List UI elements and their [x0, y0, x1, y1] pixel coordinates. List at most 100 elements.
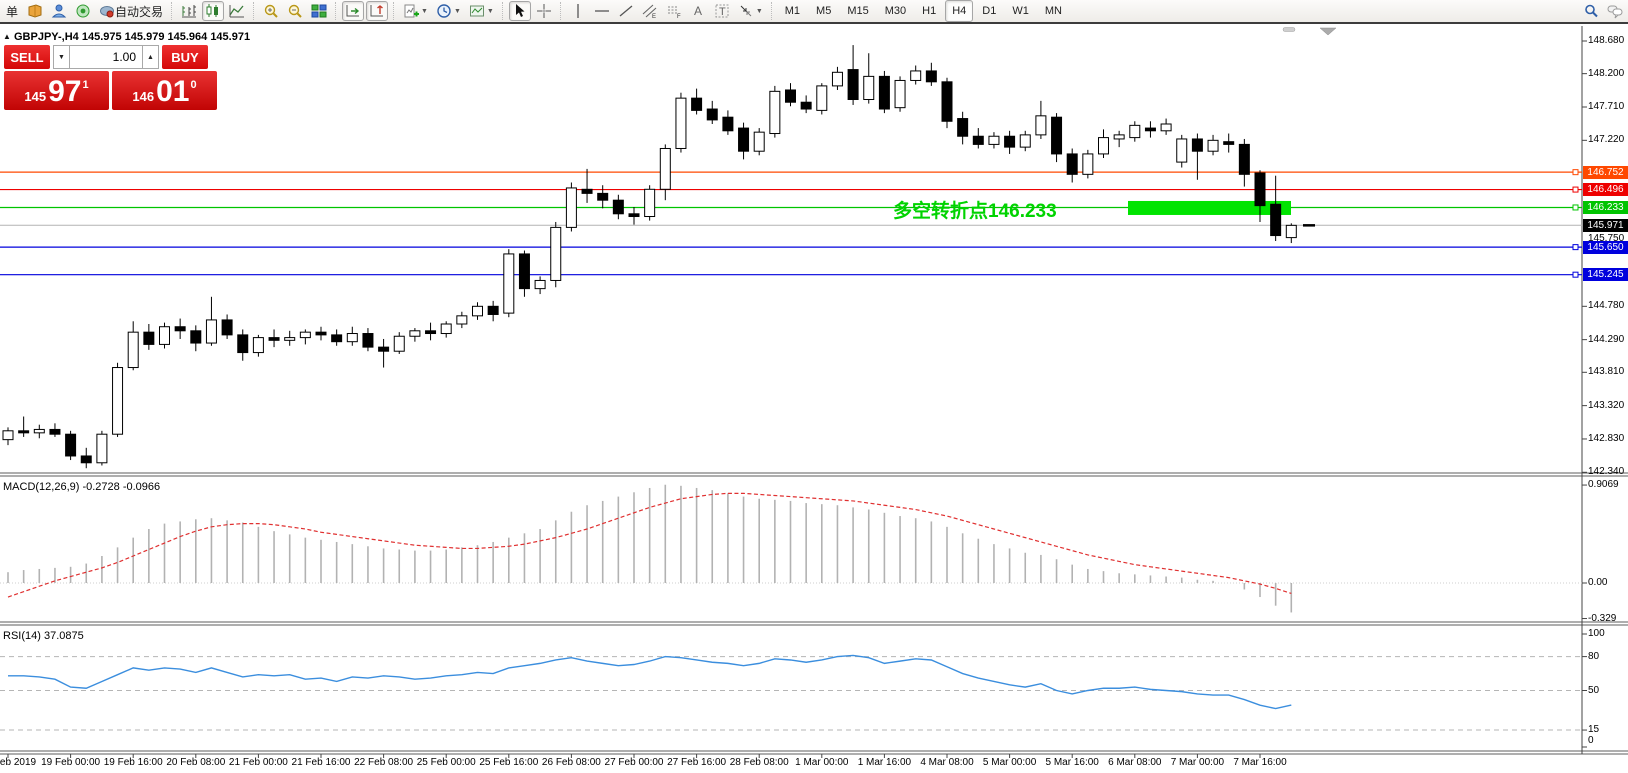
periods-button[interactable]: ▼ [433, 1, 464, 21]
trendline-icon[interactable] [615, 1, 637, 21]
price-tick-label: 147.710 [1588, 101, 1628, 112]
hline-handle[interactable] [1573, 245, 1578, 250]
cursor-icon[interactable] [509, 1, 531, 21]
toolbar-separator [171, 2, 173, 20]
hline-handle[interactable] [1573, 205, 1578, 210]
horizontal-line-icon[interactable] [591, 1, 613, 21]
chevron-down-icon: ▼ [487, 8, 494, 15]
price-line-badge: 146.496 [1583, 183, 1628, 196]
hline-handle[interactable] [1573, 272, 1578, 277]
rsi-scale-label: 100 [1588, 628, 1628, 639]
volume-up-button[interactable]: ▲ [142, 45, 159, 69]
sell-price-button[interactable]: 145 97 1 [4, 71, 109, 110]
chevron-down-icon: ▼ [756, 8, 763, 15]
chart-shift-marker[interactable] [1320, 28, 1336, 35]
rsi-scale-label: 0 [1588, 735, 1628, 746]
timeframe-h1[interactable]: H1 [915, 0, 943, 22]
hline-handle[interactable] [1573, 187, 1578, 192]
volume-input[interactable]: 1.00 [70, 45, 142, 69]
price-tick-label: 143.810 [1588, 366, 1628, 377]
toolbar-separator [335, 2, 337, 20]
chart-title: GBPJPY-,H4 145.975 145.979 145.964 145.9… [14, 31, 250, 43]
rsi-label: RSI(14) 37.0875 [3, 630, 84, 642]
price-tick-label: 144.780 [1588, 300, 1628, 311]
price-tick-label: 148.200 [1588, 68, 1628, 79]
pivot-zone-rectangle[interactable] [1128, 201, 1291, 215]
hline-handle[interactable] [1573, 170, 1578, 175]
tile-windows-icon[interactable] [308, 1, 330, 21]
macd-scale-label: 0.00 [1588, 577, 1628, 588]
arrows-button[interactable]: ▼ [735, 1, 766, 21]
indicators-button[interactable]: ▼ [400, 1, 431, 21]
profile-icon[interactable] [48, 1, 70, 21]
price-tick-label: 147.220 [1588, 134, 1628, 145]
chat-icon[interactable] [1604, 1, 1626, 21]
toolbar-separator [502, 2, 504, 20]
history-book-icon[interactable] [24, 1, 46, 21]
timeframe-h4[interactable]: H4 [945, 0, 973, 22]
vertical-line-icon[interactable] [567, 1, 589, 21]
templates-button[interactable]: ▼ [466, 1, 497, 21]
current-price-badge: 145.971 [1583, 219, 1628, 232]
timeframe-m30[interactable]: M30 [878, 0, 913, 22]
macd-label: MACD(12,26,9) -0.2728 -0.0966 [3, 481, 160, 493]
chart-canvas[interactable] [0, 0, 1628, 773]
toolbar-separator [771, 2, 773, 20]
equidistant-channel-icon[interactable]: E [639, 1, 661, 21]
price-line-badge: 145.650 [1583, 241, 1628, 254]
price-tick-label: 148.680 [1588, 35, 1628, 46]
fibonacci-icon[interactable]: F [663, 1, 685, 21]
timeframe-w1[interactable]: W1 [1005, 0, 1036, 22]
buy-price-big: 01 [156, 77, 189, 107]
autotrading-label: 自动交易 [115, 3, 163, 20]
zoom-out-icon[interactable] [284, 1, 306, 21]
buy-price-button[interactable]: 146 01 0 [112, 71, 217, 110]
sell-price-big: 97 [48, 77, 81, 107]
one-click-trade-panel: SELL ▼ 1.00 ▲ BUY 145 97 1 146 01 0 [4, 45, 220, 110]
new-order-label: 单 [6, 3, 18, 20]
sell-price-sup: 1 [82, 79, 88, 91]
chevron-down-icon: ▼ [421, 8, 428, 15]
price-tick-label: 144.290 [1588, 334, 1628, 345]
volume-down-button[interactable]: ▼ [53, 45, 70, 69]
bar-chart-icon[interactable] [178, 1, 200, 21]
rsi-line [8, 655, 1291, 708]
buy-price-small: 146 [132, 89, 154, 104]
timeframe-d1[interactable]: D1 [975, 0, 1003, 22]
timeframe-m5[interactable]: M5 [809, 0, 838, 22]
zoom-in-icon[interactable] [260, 1, 282, 21]
line-chart-icon[interactable] [226, 1, 248, 21]
timeframe-m1[interactable]: M1 [778, 0, 807, 22]
crosshair-icon[interactable] [533, 1, 555, 21]
mt4-terminal: { "toolbar": { "order_fragment": "单", "a… [0, 0, 1628, 773]
toolbar-separator [393, 2, 395, 20]
price-tick-label: 143.320 [1588, 400, 1628, 411]
text-icon[interactable]: A [687, 1, 709, 21]
panel-collapse-icon[interactable]: ▲ [3, 32, 11, 41]
pivot-annotation[interactable]: 多空转折点146.233 [893, 196, 1057, 223]
sell-button[interactable]: SELL [4, 45, 50, 69]
svg-text:A: A [694, 4, 702, 18]
timeframe-toolbar: M1M5M15M30H1H4D1W1MN [777, 0, 1070, 22]
auto-scroll-icon[interactable] [342, 1, 364, 21]
macd-scale-label: 0.9069 [1588, 479, 1628, 490]
chart-scrollbar-thumb[interactable] [1283, 28, 1295, 32]
new-order-button[interactable]: 单 [2, 1, 22, 21]
candlestick-chart-icon[interactable] [202, 1, 224, 21]
time-label: 7 Mar 16:00 [1220, 757, 1300, 768]
toolbar-separator [253, 2, 255, 20]
search-icon[interactable] [1580, 1, 1602, 21]
timeframe-mn[interactable]: MN [1038, 0, 1069, 22]
buy-button[interactable]: BUY [162, 45, 208, 69]
toolbar-separator [560, 2, 562, 20]
chart-shift-icon[interactable] [366, 1, 388, 21]
price-line-badge: 146.233 [1583, 201, 1628, 214]
chevron-down-icon: ▼ [454, 8, 461, 15]
main-toolbar: 单 自动交易 ▼ ▼ [0, 0, 1628, 24]
price-line-badge: 146.752 [1583, 166, 1628, 179]
signal-icon[interactable] [72, 1, 94, 21]
sell-price-small: 145 [24, 89, 46, 104]
text-label-icon[interactable]: T [711, 1, 733, 21]
timeframe-m15[interactable]: M15 [840, 0, 875, 22]
autotrading-button[interactable]: 自动交易 [96, 1, 166, 21]
